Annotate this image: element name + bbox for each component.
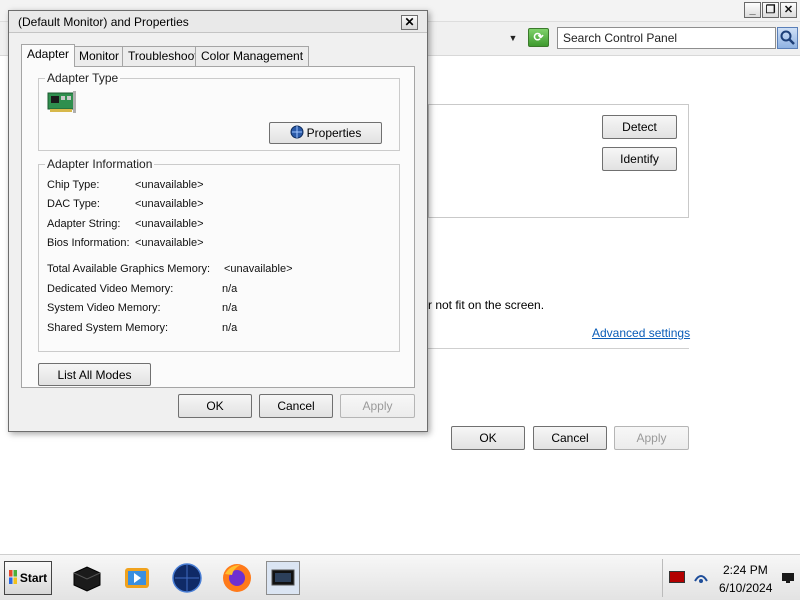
start-label: Start [19, 571, 48, 585]
restore-button[interactable]: ❐ [762, 2, 779, 18]
flag-icon[interactable] [669, 571, 685, 583]
dac-type-label: DAC Type: [47, 198, 100, 210]
total-graphics-memory-label: Total Available Graphics Memory: [47, 263, 211, 275]
video-player-icon[interactable] [120, 561, 154, 595]
bg-ok-button[interactable]: OK [451, 426, 525, 450]
divider [428, 348, 689, 349]
graphics-card-icon [47, 89, 77, 117]
adapter-information-group: Adapter Information Chip Type: <unavaila… [38, 157, 400, 352]
properties-label: Properties [306, 126, 362, 140]
tab-strip: Adapter Monitor Troubleshoot Color Manag… [21, 44, 421, 67]
adapter-type-legend: Adapter Type [45, 71, 121, 85]
adapter-string-value: <unavailable> [135, 218, 204, 230]
firefox-icon[interactable] [220, 561, 254, 595]
apply-button[interactable]: Apply [340, 394, 415, 418]
close-button[interactable]: ✕ [780, 2, 797, 18]
globe-shield-icon [290, 125, 304, 142]
dedicated-video-memory-label: Dedicated Video Memory: [47, 283, 174, 295]
adapter-tab-panel: Adapter Type Properties Adapter Informat… [21, 66, 415, 388]
system-video-memory-value: n/a [222, 302, 238, 314]
dedicated-video-memory-value: n/a [222, 283, 238, 295]
advanced-settings-link[interactable]: Advanced settings [592, 326, 690, 340]
chip-type-value: <unavailable> [135, 179, 204, 191]
adapter-properties-dialog: (Default Monitor) and Properties ✕ Adapt… [8, 10, 428, 432]
search-icon[interactable] [777, 27, 798, 49]
taskbar: Start 2:24 PM 6/10/2024 [0, 554, 800, 600]
adapter-properties-button[interactable]: Properties [269, 122, 382, 144]
adapter-information-legend: Adapter Information [45, 157, 155, 171]
adapter-string-label: Adapter String: [47, 218, 121, 230]
bg-apply-button[interactable]: Apply [614, 426, 689, 450]
resolution-warning-text: r not fit on the screen. [428, 298, 545, 312]
tab-color-management[interactable]: Color Management [195, 46, 310, 66]
chip-type-label: Chip Type: [47, 179, 100, 191]
clock-time[interactable]: 2:24 PM [723, 563, 768, 577]
clock-date[interactable]: 6/10/2024 [719, 581, 772, 595]
browser-globe-icon[interactable] [170, 561, 204, 595]
minimize-button[interactable]: _ [744, 2, 761, 18]
bios-information-label: Bios Information: [47, 237, 130, 249]
search-input[interactable]: Search Control Panel [557, 27, 776, 49]
tab-monitor[interactable]: Monitor [73, 46, 126, 66]
system-video-memory-label: System Video Memory: [47, 302, 161, 314]
dialog-title: (Default Monitor) and Properties [18, 15, 189, 29]
tab-adapter[interactable]: Adapter [21, 44, 76, 67]
display-settings-icon[interactable] [266, 561, 300, 595]
identify-button[interactable]: Identify [602, 147, 677, 171]
detect-button[interactable]: Detect [602, 115, 677, 139]
refresh-icon[interactable]: ⟳ [528, 28, 549, 47]
shared-system-memory-label: Shared System Memory: [47, 322, 169, 334]
windows-logo-icon [8, 569, 17, 587]
list-all-modes-button[interactable]: List All Modes [38, 363, 151, 386]
cancel-button[interactable]: Cancel [259, 394, 333, 418]
total-graphics-memory-value: <unavailable> [224, 263, 293, 275]
chevron-down-icon[interactable]: ▼ [504, 30, 522, 46]
dialog-titlebar[interactable]: (Default Monitor) and Properties ✕ [9, 11, 427, 33]
ok-button[interactable]: OK [178, 394, 252, 418]
bios-information-value: <unavailable> [135, 237, 204, 249]
start-button[interactable]: Start [4, 561, 52, 595]
system-tray: 2:24 PM 6/10/2024 [662, 559, 798, 597]
adapter-type-group: Adapter Type Properties [38, 71, 400, 151]
network-icon[interactable] [693, 569, 709, 588]
close-icon[interactable]: ✕ [401, 15, 418, 30]
show-desktop-icon[interactable] [781, 571, 795, 588]
tab-troubleshoot[interactable]: Troubleshoot [122, 46, 204, 66]
shared-system-memory-value: n/a [222, 322, 238, 334]
media-player-icon[interactable] [70, 561, 104, 595]
bg-cancel-button[interactable]: Cancel [533, 426, 607, 450]
dac-type-value: <unavailable> [135, 198, 204, 210]
